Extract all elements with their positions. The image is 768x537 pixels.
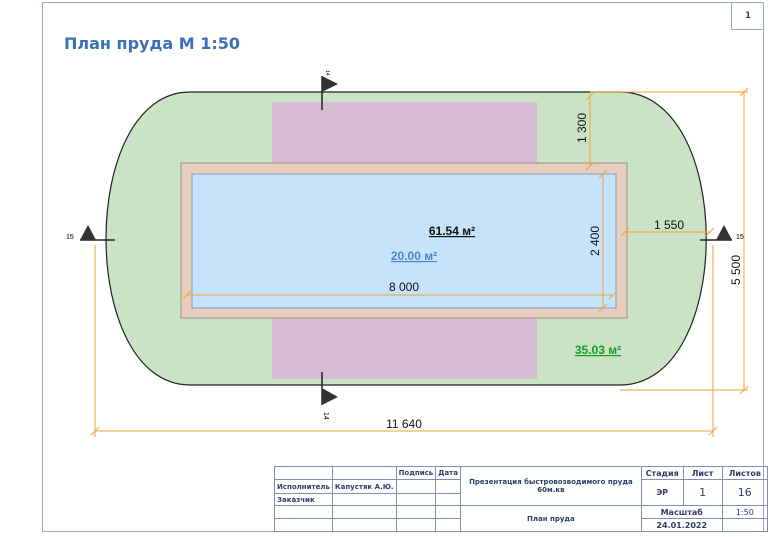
stamp-list-label: Лист <box>682 466 723 480</box>
stamp-ispolnitel-label: Исполнитель <box>274 479 333 494</box>
svg-text:14: 14 <box>322 412 329 420</box>
dim-text-1550: 1 550 <box>654 218 684 232</box>
stamp-list-value: 1 <box>682 479 723 506</box>
dim-text-11640: 11 640 <box>386 417 422 431</box>
stamp-zakazchik-label: Заказчик <box>274 493 333 506</box>
stamp-date: 24.01.2022 <box>640 518 723 532</box>
stamp-presentation: Презентация быстровозводимого пруда 60м.… <box>459 466 642 506</box>
stamp-masshtab-value: 1:50 <box>721 505 768 519</box>
svg-text:15: 15 <box>66 234 74 241</box>
stamp-plan-name: План пруда <box>459 505 642 532</box>
svg-text:15: 15 <box>736 234 744 241</box>
deck-top <box>272 102 537 164</box>
dim-text-2400: 2 400 <box>588 226 602 256</box>
area-total-label: 61.54 м² <box>429 224 475 238</box>
stamp-listov-label: Листов <box>721 466 768 480</box>
stamp-col-podpis: Подпись <box>395 466 437 480</box>
stamp-stadiya-value: ЭР <box>640 479 684 506</box>
stamp-ispolnitel-name: Капустяк А.Ю. <box>331 479 397 494</box>
stamp-listov-value: 16 <box>721 479 768 506</box>
dim-text-1300: 1 300 <box>575 113 589 143</box>
dim-text-5500: 5 500 <box>729 255 743 285</box>
area-green-label: 35.03 м² <box>575 343 621 357</box>
area-water-label: 20.00 м² <box>391 249 437 263</box>
dim-text-8000: 8 000 <box>389 280 419 294</box>
svg-text:14: 14 <box>324 70 330 76</box>
drawing-sheet: 1 План пруда М 1:50 14 14 15 15 11 640 8… <box>0 0 768 537</box>
stamp-stadiya-label: Стадия <box>640 466 684 480</box>
title-block: Подпись Дата Презентация быстровозводимо… <box>274 466 768 532</box>
stamp-col-data: Дата <box>435 466 461 480</box>
deck-bottom <box>272 317 537 379</box>
stamp-masshtab-label: Масштаб <box>640 505 723 519</box>
pond-plan-drawing: 14 14 15 15 11 640 8 000 2 400 5 500 1 3… <box>66 70 749 437</box>
